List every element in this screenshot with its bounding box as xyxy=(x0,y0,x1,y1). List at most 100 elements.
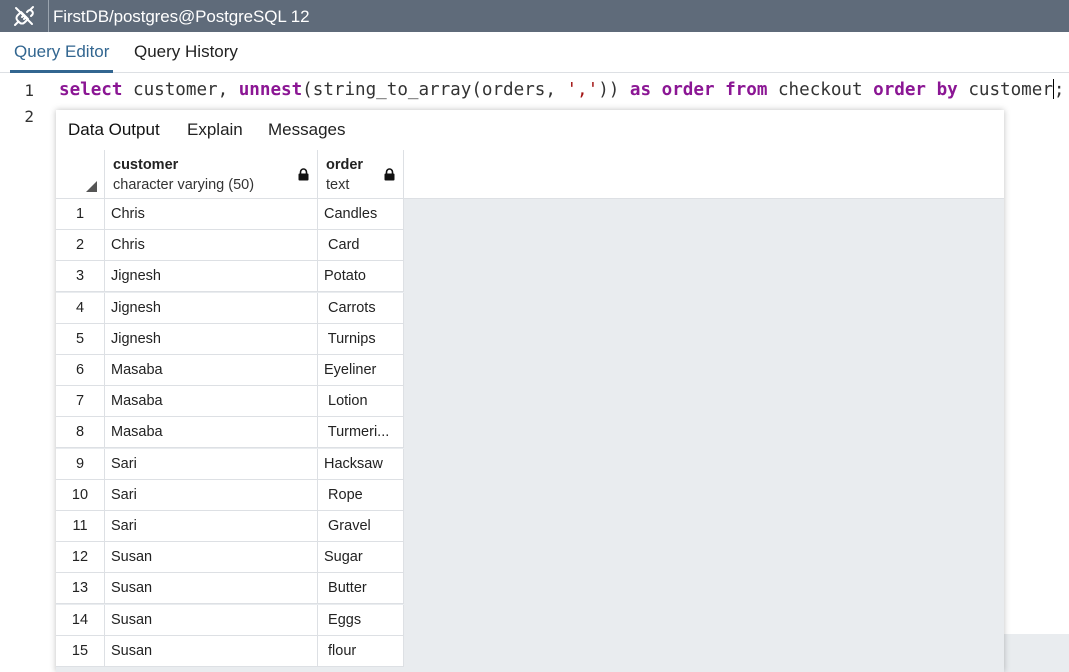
cell-order[interactable]: flour xyxy=(318,635,404,667)
row-number[interactable]: 14 xyxy=(56,604,105,636)
tab-data-output[interactable]: Data Output xyxy=(68,110,160,150)
row-number[interactable]: 10 xyxy=(56,479,105,511)
line-number: 1 xyxy=(24,81,34,100)
cell-order[interactable]: Gravel xyxy=(318,511,404,542)
row-number[interactable]: 15 xyxy=(56,635,105,667)
cell-customer[interactable]: Chris xyxy=(105,230,318,262)
cell-customer[interactable]: Masaba xyxy=(105,417,318,449)
cell-customer[interactable]: Sari xyxy=(105,448,318,480)
corner-triangle-icon xyxy=(86,181,97,192)
column-header-customer[interactable]: customer character varying (50) xyxy=(105,150,318,199)
row-number[interactable]: 7 xyxy=(56,386,105,418)
cell-customer[interactable]: Susan xyxy=(105,635,318,667)
table-row[interactable]: 11 Sari Gravel xyxy=(56,511,404,542)
window-title: FirstDB/postgres@PostgreSQL 12 xyxy=(53,7,310,26)
cell-order[interactable]: Turnips xyxy=(318,323,404,355)
cell-order[interactable]: Hacksaw xyxy=(318,448,404,480)
table-row[interactable]: 10 Sari Rope xyxy=(56,479,404,511)
tab-messages[interactable]: Messages xyxy=(268,110,345,150)
plug-icon[interactable] xyxy=(0,0,49,32)
tab-query-editor[interactable]: Query Editor xyxy=(9,32,114,73)
cell-order[interactable]: Potato xyxy=(318,261,404,293)
lock-icon xyxy=(384,168,395,181)
table-row[interactable]: 4 Jignesh Carrots xyxy=(56,292,404,324)
line-number: 2 xyxy=(24,107,34,126)
column-type: character varying (50) xyxy=(113,177,255,193)
cell-order[interactable]: Turmeri... xyxy=(318,417,404,449)
row-number[interactable]: 1 xyxy=(56,199,105,230)
code-keyword: order xyxy=(661,80,715,100)
cell-order[interactable]: Butter xyxy=(318,573,404,605)
row-number[interactable]: 4 xyxy=(56,292,105,324)
cell-order[interactable]: Eggs xyxy=(318,604,404,636)
cell-customer[interactable]: Jignesh xyxy=(105,292,318,324)
cell-order[interactable]: Candles xyxy=(318,199,404,230)
column-name: customer xyxy=(113,157,179,173)
row-number[interactable]: 6 xyxy=(56,355,105,386)
code-text: )) xyxy=(598,80,630,100)
table-row[interactable]: 15 Susan flour xyxy=(56,635,404,667)
table-row[interactable]: 8 Masaba Turmeri... xyxy=(56,417,404,449)
cell-customer[interactable]: Jignesh xyxy=(105,323,318,355)
cell-order[interactable]: Sugar xyxy=(318,542,404,574)
header-filler xyxy=(404,150,1004,199)
table-row[interactable]: 1 Chris Candles xyxy=(56,199,404,230)
cell-customer[interactable]: Masaba xyxy=(105,355,318,386)
cell-order[interactable]: Carrots xyxy=(318,292,404,324)
cell-customer[interactable]: Susan xyxy=(105,604,318,636)
code-keyword: as xyxy=(629,80,652,100)
cell-customer[interactable]: Susan xyxy=(105,573,318,605)
code-text: customer, xyxy=(122,80,239,100)
select-all-corner[interactable] xyxy=(56,150,105,199)
tab-query-history[interactable]: Query History xyxy=(134,32,238,72)
column-name: order xyxy=(326,157,364,173)
code-keyword: select xyxy=(59,80,123,100)
row-number[interactable]: 11 xyxy=(56,511,105,542)
cell-customer[interactable]: Sari xyxy=(105,479,318,511)
table-row[interactable]: 13 Susan Butter xyxy=(56,573,404,605)
row-number[interactable]: 5 xyxy=(56,323,105,355)
row-number[interactable]: 8 xyxy=(56,417,105,449)
table-row[interactable]: 14 Susan Eggs xyxy=(56,604,404,636)
column-header-order[interactable]: order text xyxy=(318,150,404,199)
cell-order[interactable]: Lotion xyxy=(318,386,404,418)
code-keyword: order xyxy=(873,80,927,100)
cell-order[interactable]: Eyeliner xyxy=(318,355,404,386)
table-row[interactable]: 2 Chris Card xyxy=(56,230,404,262)
code-string: ',' xyxy=(566,80,599,100)
table-row[interactable]: 9 Sari Hacksaw xyxy=(56,448,404,480)
code-text: (string_to_array(orders, xyxy=(302,80,567,100)
row-number[interactable]: 2 xyxy=(56,230,105,262)
code-line-1[interactable]: select customer, unnest(string_to_array(… xyxy=(59,79,1065,100)
column-type: text xyxy=(326,177,350,193)
cell-customer[interactable]: Chris xyxy=(105,199,318,230)
code-text: ; xyxy=(1053,80,1065,100)
code-text: customer xyxy=(957,80,1053,100)
tab-explain[interactable]: Explain xyxy=(187,110,243,150)
code-keyword: from xyxy=(725,80,768,100)
code-function: unnest xyxy=(238,80,303,100)
table-row[interactable]: 3 Jignesh Potato xyxy=(56,261,404,293)
cell-customer[interactable]: Masaba xyxy=(105,386,318,418)
table-row[interactable]: 6 Masaba Eyeliner xyxy=(56,355,404,386)
cell-order[interactable]: Card xyxy=(318,230,404,262)
lock-icon xyxy=(298,168,309,181)
cell-customer[interactable]: Jignesh xyxy=(105,261,318,293)
results-panel: Data Output Explain Messages customer ch… xyxy=(56,110,1004,672)
table-row[interactable]: 5 Jignesh Turnips xyxy=(56,323,404,355)
table-row[interactable]: 7 Masaba Lotion xyxy=(56,386,404,418)
row-number[interactable]: 9 xyxy=(56,448,105,480)
cell-customer[interactable]: Sari xyxy=(105,511,318,542)
status-area xyxy=(1004,634,1069,672)
table-row[interactable]: 12 Susan Sugar xyxy=(56,542,404,574)
cell-customer[interactable]: Susan xyxy=(105,542,318,574)
code-text: checkout xyxy=(767,80,874,100)
cell-order[interactable]: Rope xyxy=(318,479,404,511)
row-number[interactable]: 3 xyxy=(56,261,105,293)
row-number[interactable]: 12 xyxy=(56,542,105,574)
row-number[interactable]: 13 xyxy=(56,573,105,605)
results-tabs: Data Output Explain Messages xyxy=(56,110,1004,151)
